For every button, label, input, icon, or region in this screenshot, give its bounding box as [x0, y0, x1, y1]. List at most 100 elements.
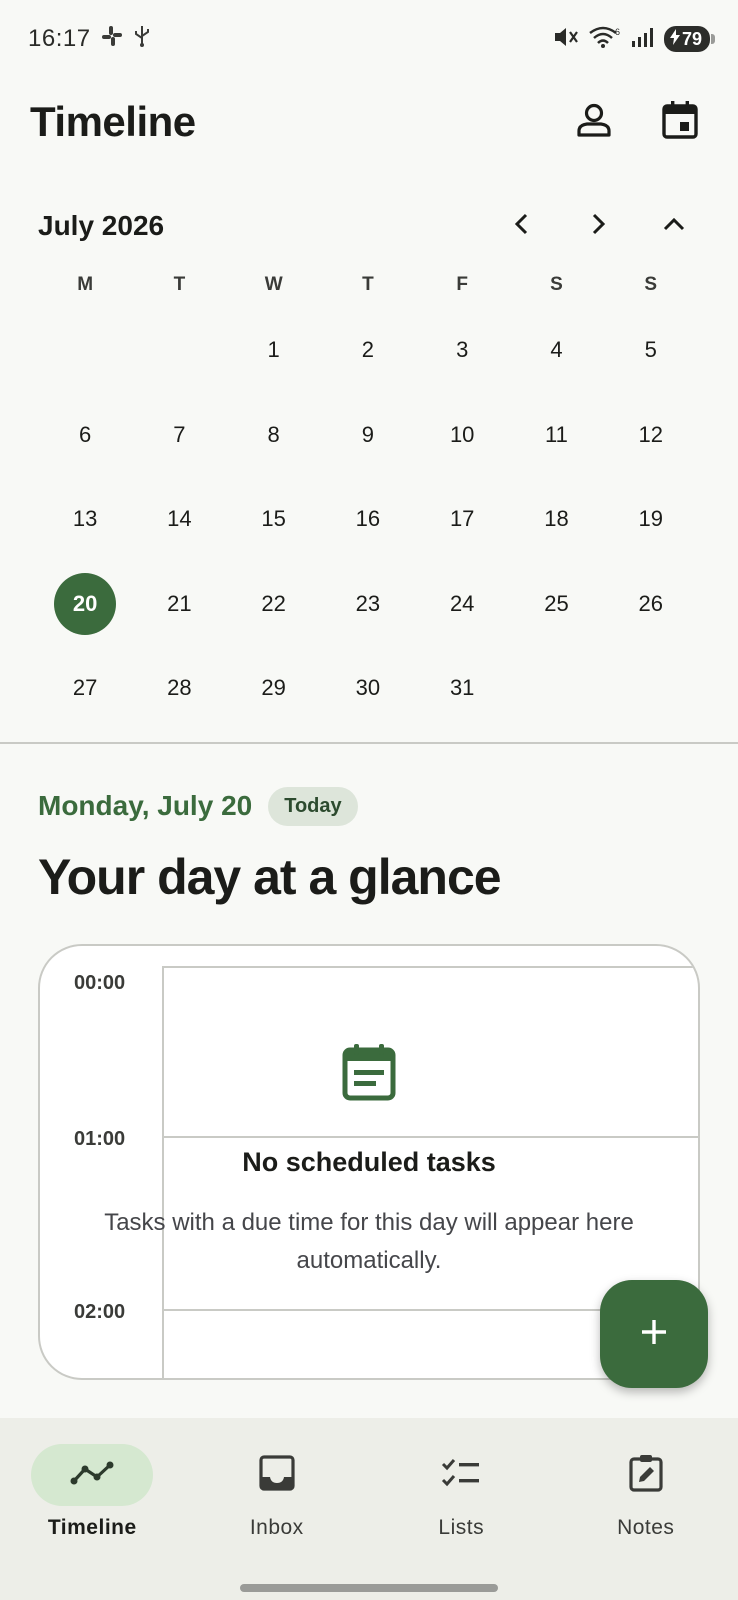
slack-icon: [101, 25, 123, 54]
top-app-bar: Timeline: [0, 86, 738, 158]
nav-indicator: [400, 1444, 522, 1506]
calendar-divider: [0, 742, 738, 744]
weekday-label: S: [550, 274, 563, 295]
calendar-day-number: 8: [267, 421, 280, 447]
month-label: July 2026: [38, 210, 165, 241]
wifi-icon: 6: [588, 25, 622, 54]
svg-text:6: 6: [615, 27, 620, 37]
nav-item-notes[interactable]: Notes: [554, 1444, 738, 1600]
next-month-button[interactable]: [572, 200, 624, 252]
today-chip[interactable]: Today: [268, 786, 358, 826]
nav-label: Timeline: [47, 1516, 137, 1539]
weekday-label: M: [77, 274, 94, 295]
chevron-up-icon: [662, 214, 686, 239]
mute-icon: [552, 25, 580, 54]
calendar-day-number: 4: [550, 337, 563, 363]
usb-icon: [133, 24, 151, 55]
calendar-day[interactable]: 4: [509, 308, 603, 393]
signal-icon: [630, 25, 656, 54]
nav-item-inbox[interactable]: Inbox: [185, 1444, 370, 1600]
bottom-navigation: Timeline Inbox Lists Notes: [0, 1418, 738, 1600]
battery-indicator: 79: [663, 26, 716, 52]
nav-item-timeline[interactable]: Timeline: [0, 1444, 185, 1600]
calendar-day-number: 1: [267, 337, 280, 363]
calendar-day[interactable]: 22: [227, 562, 321, 647]
calendar-day[interactable]: 18: [509, 477, 603, 562]
calendar-day-empty: [132, 308, 226, 393]
selected-date-label: Monday, July 20: [38, 790, 253, 821]
calendar-day-empty: [38, 308, 132, 393]
calendar-day-number: 21: [167, 590, 192, 616]
calendar-day-number: 6: [79, 421, 92, 447]
calendar-day-number: [620, 657, 682, 719]
calendar-day[interactable]: 14: [132, 477, 226, 562]
calendar-day[interactable]: 10: [415, 393, 509, 478]
calendar-day-number: 31: [449, 675, 475, 701]
add-task-fab[interactable]: [600, 1280, 708, 1388]
calendar-day[interactable]: 27: [38, 646, 132, 731]
empty-state: No scheduled tasks Tasks with a due time…: [80, 1042, 658, 1280]
calendar-day[interactable]: 1: [227, 308, 321, 393]
calendar-day[interactable]: 25: [509, 562, 603, 647]
collapse-calendar-button[interactable]: [648, 200, 700, 252]
calendar-day-number: 24: [449, 590, 475, 616]
calendar-day[interactable]: 20: [38, 562, 132, 647]
calendar-day[interactable]: 6: [38, 393, 132, 478]
calendar-day[interactable]: 24: [415, 562, 509, 647]
hour-label: 02:00: [74, 1301, 126, 1323]
home-indicator[interactable]: [240, 1584, 498, 1592]
calendar-day-number: 20: [54, 572, 117, 635]
calendar-day-number: 10: [449, 421, 475, 447]
calendar-day-number: 18: [544, 506, 569, 532]
calendar-day[interactable]: 7: [132, 393, 226, 478]
calendar-day[interactable]: 12: [604, 393, 698, 478]
calendar-day[interactable]: 21: [132, 562, 226, 647]
calendar-day[interactable]: 19: [604, 477, 698, 562]
calendar-day-number: 30: [355, 675, 381, 701]
calendar-day-number: 23: [355, 590, 381, 616]
calendar-day[interactable]: 15: [227, 477, 321, 562]
nav-indicator: [216, 1444, 338, 1506]
checklist-icon: [441, 1457, 481, 1494]
nav-label: Lists: [438, 1516, 485, 1539]
calendar-day[interactable]: 31: [415, 646, 509, 731]
calendar-day[interactable]: 30: [321, 646, 415, 731]
weekday-label: W: [264, 274, 283, 295]
chevron-right-icon: [588, 212, 608, 241]
calendar-day[interactable]: 23: [321, 562, 415, 647]
calendar-day-number: 5: [644, 337, 657, 363]
plus-icon: [639, 1317, 669, 1352]
account-button[interactable]: [566, 94, 622, 150]
calendar-day[interactable]: 11: [509, 393, 603, 478]
calendar-day[interactable]: 26: [604, 562, 698, 647]
calendar-day-number: 2: [361, 337, 375, 363]
event-note-icon: [341, 1042, 397, 1107]
inbox-icon: [259, 1454, 295, 1496]
hour-line: [162, 966, 698, 968]
calendar-day[interactable]: 5: [604, 308, 698, 393]
calendar-day[interactable]: 9: [321, 393, 415, 478]
calendar-button[interactable]: [652, 94, 708, 150]
calendar-day[interactable]: 3: [415, 308, 509, 393]
weekday-label: S: [644, 274, 658, 295]
calendar-day[interactable]: 8: [227, 393, 321, 478]
calendar-day[interactable]: 16: [321, 477, 415, 562]
page-title: Timeline: [30, 98, 196, 145]
bolt-icon: [669, 28, 680, 50]
calendar-day[interactable]: 13: [38, 477, 132, 562]
calendar-day-number: 16: [355, 506, 381, 532]
calendar-header: July 2026: [0, 196, 738, 256]
day-headline: Your day at a glance: [38, 849, 502, 905]
note-edit-icon: [628, 1454, 664, 1497]
calendar-day-number: 25: [544, 590, 569, 616]
calendar-day-number: [148, 319, 210, 381]
calendar-day[interactable]: 2: [321, 308, 415, 393]
timeline-icon: [70, 1459, 114, 1492]
empty-state-subtitle: Tasks with a due time for this day will …: [104, 1209, 634, 1274]
nav-item-lists[interactable]: Lists: [369, 1444, 554, 1600]
calendar-day[interactable]: 28: [132, 646, 226, 731]
calendar-day[interactable]: 17: [415, 477, 509, 562]
calendar-day-empty: [604, 646, 698, 731]
calendar-day[interactable]: 29: [227, 646, 321, 731]
previous-month-button[interactable]: [496, 200, 548, 252]
